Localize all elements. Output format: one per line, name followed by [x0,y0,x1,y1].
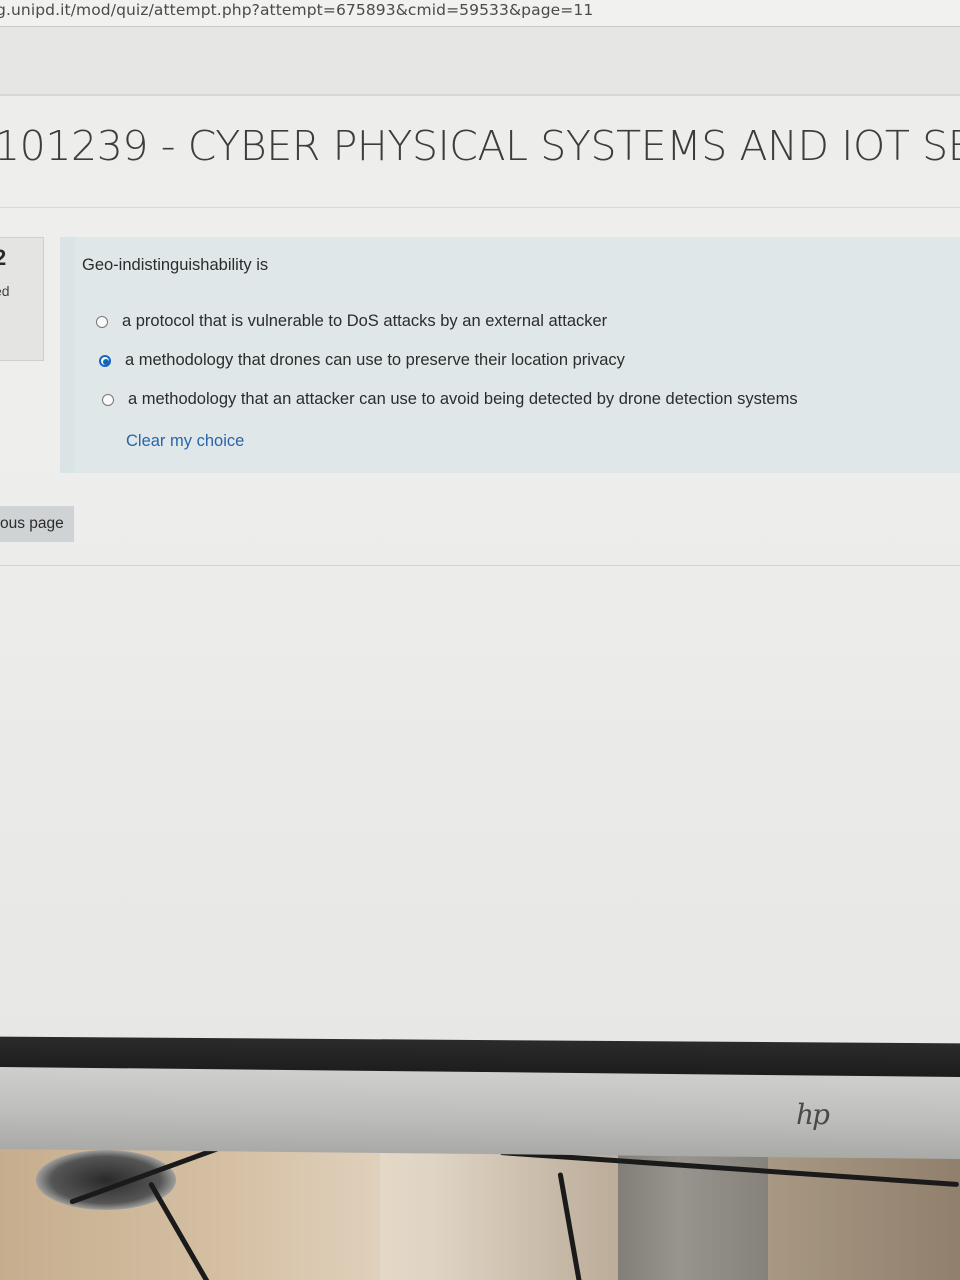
answer-option-1[interactable]: a protocol that is vulnerable to DoS att… [96,312,607,331]
url-text[interactable]: g.unipd.it/mod/quiz/attempt.php?attempt=… [0,1,593,19]
radio-button[interactable] [102,393,114,406]
radio-button[interactable] [96,315,108,328]
cable-grommet [36,1150,176,1210]
previous-page-label: ous page [0,515,64,532]
radio-button-selected[interactable] [99,354,111,367]
answer-label: a methodology that an attacker can use t… [128,390,798,408]
answer-label: a protocol that is vulnerable to DoS att… [122,312,608,330]
header-divider [0,94,960,96]
clear-choice-link[interactable]: Clear my choice [126,432,244,451]
answer-label: a methodology that drones can use to pre… [125,351,625,369]
answer-option-3[interactable]: a methodology that an attacker can use t… [102,390,798,409]
title-divider [0,207,960,208]
question-status: ed [0,283,10,299]
address-bar[interactable]: g.unipd.it/mod/quiz/attempt.php?attempt=… [0,0,960,27]
course-title: 101239 - CYBER PHYSICAL SYSTEMS AND IOT … [0,122,960,170]
page-header-band [0,27,960,95]
answer-option-2[interactable]: a methodology that drones can use to pre… [99,351,625,370]
question-text: Geo-indistinguishability is [82,256,269,274]
hp-logo: ℎ𝑝 [796,1098,830,1131]
previous-page-button[interactable]: ous page [0,506,80,542]
question-number: 2 [0,245,7,270]
footer-divider [0,565,960,566]
question-info-box [0,237,44,361]
monitor-screen: g.unipd.it/mod/quiz/attempt.php?attempt=… [0,0,960,1045]
